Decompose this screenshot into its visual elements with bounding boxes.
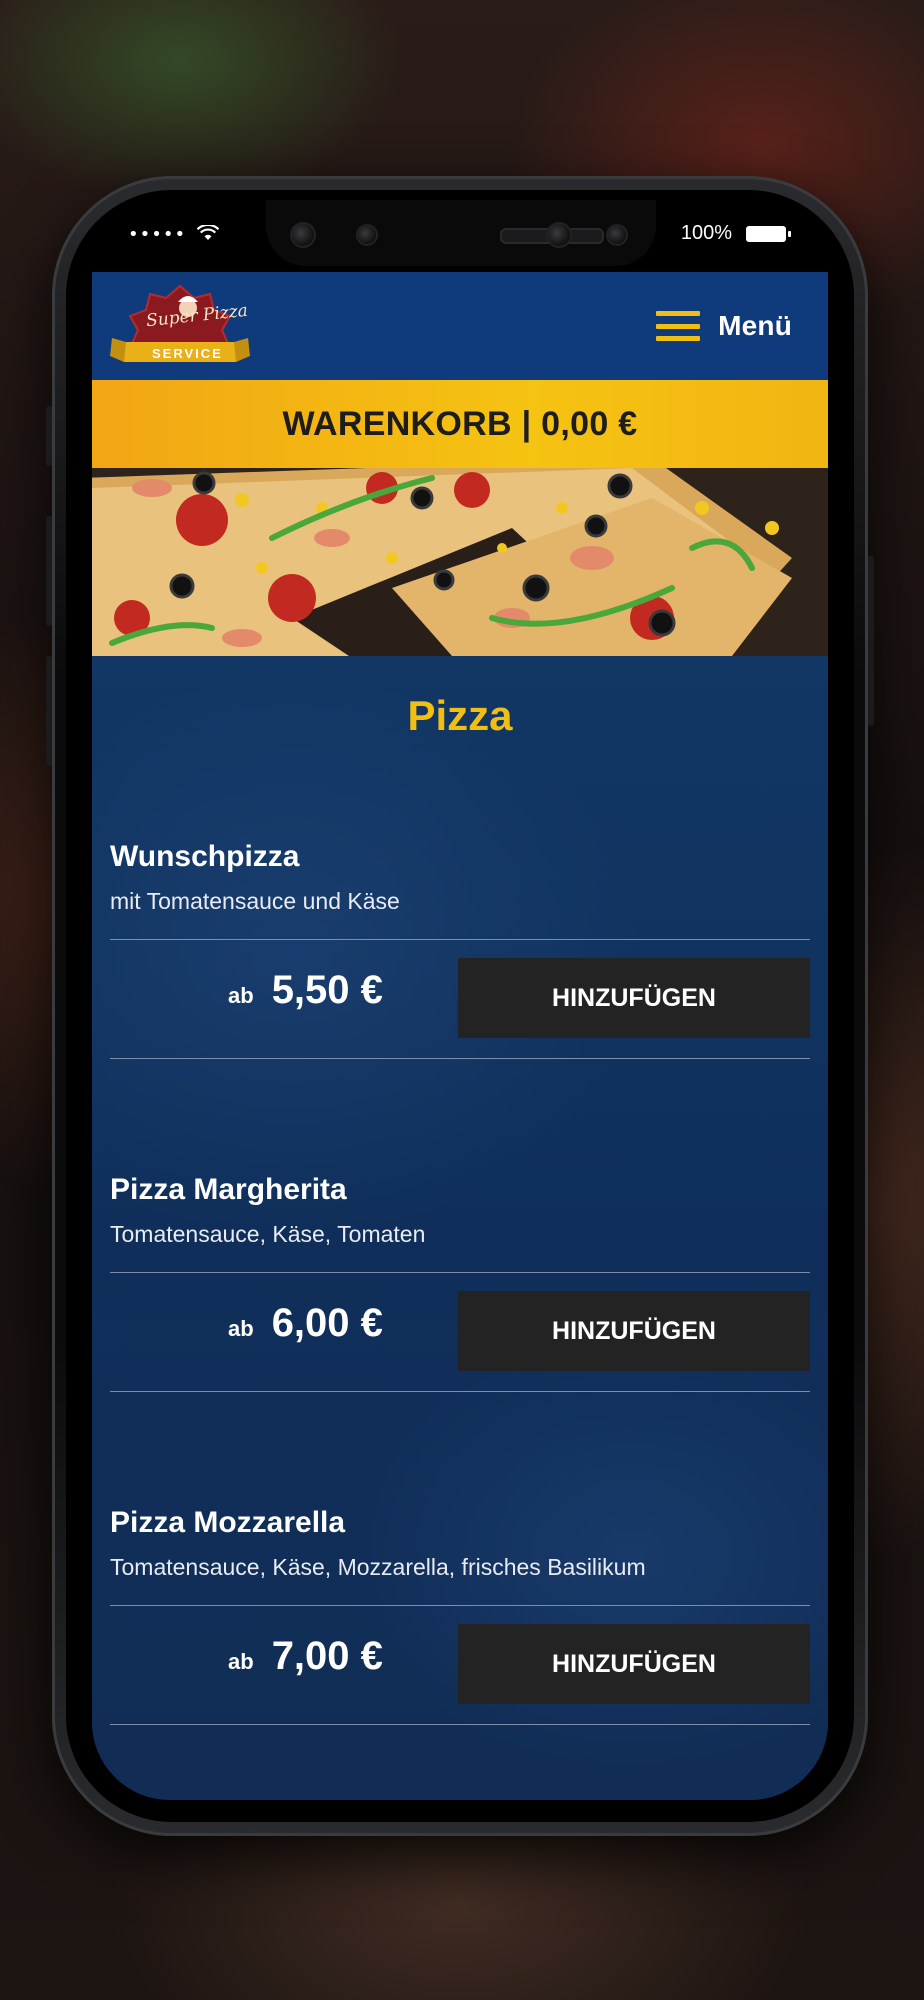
app-header: Super Pizza SERVICE Menü [92, 272, 828, 380]
proximity-sensor [546, 222, 572, 248]
price-value: 6,00 € [271, 1301, 383, 1345]
menu-button[interactable]: Menü [656, 310, 792, 342]
status-bar: ••••• 100% [92, 200, 828, 272]
sensor [356, 224, 378, 246]
section-title: Pizza [407, 692, 513, 739]
volume-up-button [46, 516, 52, 626]
menu-item: Pizza Margherita Tomatensauce, Käse, Tom… [110, 1173, 810, 1392]
light-sensor [606, 224, 628, 246]
pizza-banner-image [92, 468, 828, 656]
cart-bar[interactable]: WARENKORB | 0,00 € [92, 380, 828, 468]
item-price: ab 5,50 € [228, 968, 383, 1013]
divider [110, 1391, 810, 1392]
divider [110, 1058, 810, 1059]
item-name: Pizza Mozzarella [110, 1506, 346, 1539]
menu-content: Pizza Wunschpizza mit Tomatensauce und K… [92, 656, 828, 1800]
cart-label: WARENKORB | 0,00 € [282, 404, 638, 443]
price-value: 7,00 € [271, 1634, 383, 1678]
logo[interactable]: Super Pizza SERVICE [110, 282, 250, 370]
item-price: ab 7,00 € [228, 1634, 383, 1679]
add-to-cart-button[interactable]: HINZUFÜGEN [458, 958, 810, 1038]
item-name: Pizza Margherita [110, 1173, 347, 1206]
pizza-photo [92, 468, 828, 656]
price-value: 5,50 € [271, 968, 383, 1012]
hamburger-menu-icon [656, 311, 701, 341]
front-camera [290, 222, 316, 248]
logo-ribbon-text: SERVICE [152, 346, 223, 361]
menu-item: Wunschpizza mit Tomatensauce und Käse ab… [110, 840, 810, 1059]
power-button [868, 556, 874, 726]
price-prefix: ab [228, 1649, 254, 1674]
phone-screen: Super Pizza SERVICE Menü WARENKORB | 0,0… [92, 200, 828, 1800]
item-description: Tomatensauce, Käse, Tomaten [110, 1221, 426, 1247]
price-row: ab 7,00 € HINZUFÜGEN [110, 1606, 810, 1724]
volume-down-button [46, 656, 52, 766]
item-name: Wunschpizza [110, 840, 300, 873]
app-view: Super Pizza SERVICE Menü WARENKORB | 0,0… [92, 272, 828, 1800]
price-prefix: ab [228, 983, 254, 1008]
price-row: ab 6,00 € HINZUFÜGEN [110, 1273, 810, 1391]
item-description: Tomatensauce, Käse, Mozzarella, frisches… [110, 1554, 646, 1580]
battery-icon [746, 226, 791, 242]
signal-icon: ••••• [128, 223, 220, 245]
add-to-cart-button[interactable]: HINZUFÜGEN [458, 1624, 810, 1704]
price-row: ab 5,50 € HINZUFÜGEN [110, 940, 810, 1058]
battery-percentage: 100% [680, 222, 732, 244]
item-price: ab 6,00 € [228, 1301, 383, 1346]
menu-label: Menü [718, 310, 792, 341]
price-prefix: ab [228, 1316, 254, 1341]
item-description: mit Tomatensauce und Käse [110, 888, 400, 914]
divider [110, 1724, 810, 1725]
phone-notch [266, 200, 656, 266]
menu-item: Pizza Mozzarella Tomatensauce, Käse, Moz… [110, 1506, 810, 1725]
wifi-icon [196, 223, 220, 240]
add-to-cart-button[interactable]: HINZUFÜGEN [458, 1291, 810, 1371]
mute-switch [46, 406, 52, 466]
